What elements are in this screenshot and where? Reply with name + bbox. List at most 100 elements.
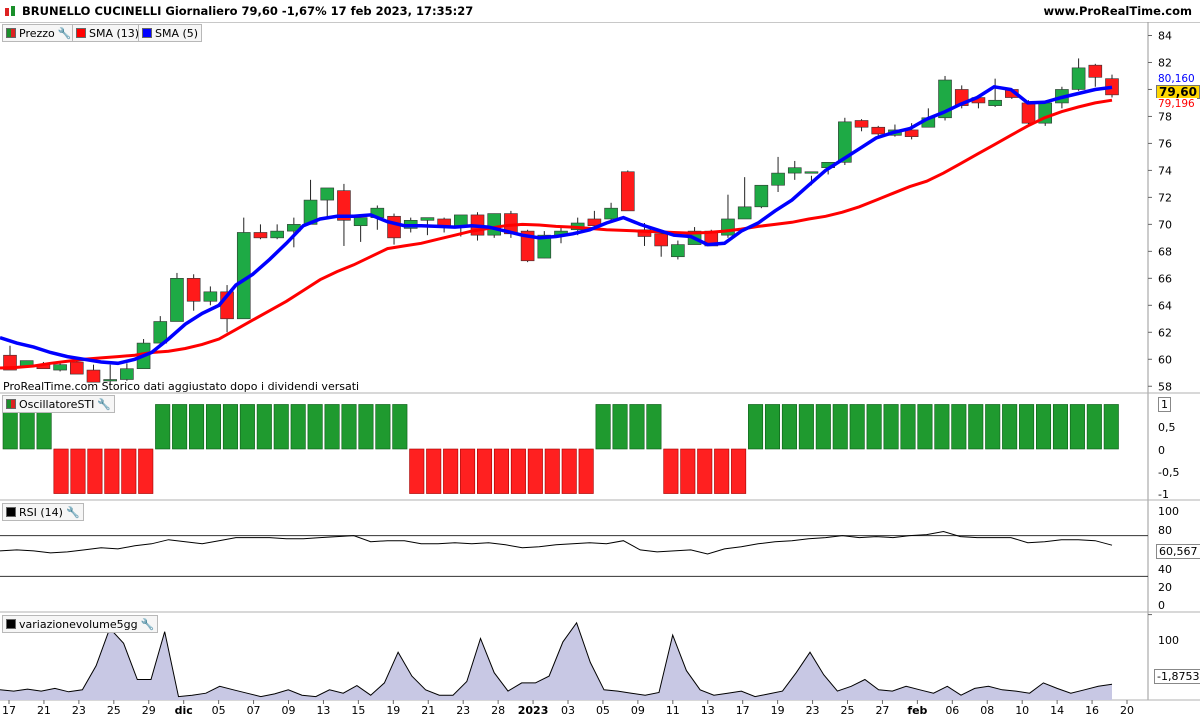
oscillator-bar — [985, 404, 1001, 450]
candle-body — [320, 187, 335, 201]
osc-tick-05: 0,5 — [1158, 421, 1176, 434]
candle-body — [654, 233, 668, 247]
oscillator-bar — [290, 404, 306, 450]
rsi-label[interactable]: RSI (14) 🔧 — [2, 503, 84, 521]
date-tick-label: 2023 — [518, 704, 549, 717]
wrench-icon[interactable]: 🔧 — [66, 506, 80, 519]
date-tick-label: 19 — [386, 704, 400, 717]
date-tick-label: 06 — [945, 704, 959, 717]
oscillator-bar — [155, 404, 171, 450]
osc-tick-1: 1 — [1158, 397, 1171, 412]
date-tick-label: 05 — [596, 704, 610, 717]
chart-canvas[interactable]: 84 82 80 78 76 74 72 70 68 66 64 62 60 58 17 21 23 25 29 d… — [0, 0, 1200, 720]
candle-body — [988, 99, 1002, 106]
candle-body — [771, 172, 785, 186]
oscillator-bar — [883, 404, 899, 450]
volume-label[interactable]: variazionevolume5gg 🔧 — [2, 615, 159, 633]
price-tick-label: 58 — [1158, 380, 1172, 393]
date-tick-label: 23 — [72, 704, 86, 717]
oscillator-bar — [917, 404, 933, 450]
price-tick-label: 66 — [1158, 272, 1172, 285]
oscillator-bar — [561, 448, 577, 494]
oscillator-bar — [138, 448, 154, 494]
candle-body — [353, 217, 368, 227]
candle-body — [454, 214, 468, 227]
oscillator-bar — [510, 448, 526, 494]
candle-body — [721, 218, 735, 236]
price-tick-label: 72 — [1158, 191, 1172, 204]
oscillator-bar — [222, 404, 238, 450]
oscillator-bar — [205, 404, 222, 450]
date-tick-label: feb — [907, 704, 927, 717]
rsi-tick-0: 0 — [1158, 599, 1165, 612]
date-tick-label: 10 — [1015, 704, 1029, 717]
oscillator-bar — [934, 404, 950, 450]
wrench-icon[interactable]: 🔧 — [141, 618, 155, 631]
oscillator-bar — [612, 404, 628, 450]
oscillator-bar — [392, 404, 408, 450]
oscillator-bar — [968, 404, 984, 450]
sma5-value-badge: 80,160 — [1156, 73, 1197, 85]
rsi-line — [0, 530, 1113, 555]
volume-swatch-icon — [6, 619, 16, 629]
oscillator-bar — [324, 404, 340, 450]
oscillator-bar — [1103, 404, 1119, 450]
price-tick-label: 84 — [1158, 29, 1172, 42]
candle-body — [1071, 67, 1086, 90]
candle-body — [1021, 102, 1036, 124]
date-tick-label: 17 — [736, 704, 750, 717]
date-tick-label: 13 — [316, 704, 330, 717]
oscillator-bar — [815, 404, 831, 450]
oscillator-bar — [646, 404, 662, 450]
oscillator-bar — [409, 448, 425, 494]
oscillator-bar — [1019, 404, 1035, 450]
panel-frames — [0, 22, 1200, 701]
oscillator-bar — [1036, 404, 1052, 450]
osc-tick-m05: -0,5 — [1158, 466, 1180, 479]
candle-body — [437, 218, 451, 227]
candle-body — [787, 167, 802, 174]
price-tick-label: 62 — [1158, 326, 1172, 339]
volume-area — [0, 622, 1112, 700]
date-tick-label: 25 — [841, 704, 855, 717]
candle-body — [186, 278, 201, 302]
candle-body — [253, 232, 268, 239]
volume-panel — [0, 614, 1152, 700]
date-tick-label: 21 — [37, 704, 51, 717]
oscillator-bar — [1086, 404, 1102, 450]
volume-value-badge: -1,8753 — [1154, 669, 1200, 684]
oscillator-bar — [544, 448, 560, 494]
candle-body — [53, 364, 67, 371]
date-axis: 17 21 23 25 29 dic 05 07 09 13 15 19 21 23 28 2023 03 05 0… — [2, 700, 1134, 717]
osc-tick-m1: -1 — [1158, 488, 1169, 501]
oscillator-bar — [239, 404, 255, 450]
candle-body — [754, 184, 769, 208]
candle-body — [620, 171, 635, 212]
candle-body — [737, 206, 752, 220]
oscillator-bar — [764, 404, 781, 450]
rsi-label-text: RSI (14) — [19, 505, 63, 519]
candle-body — [854, 120, 869, 128]
date-tick-label: 09 — [282, 704, 296, 717]
price-tick-label: 68 — [1158, 245, 1172, 258]
price-tick-label: 74 — [1158, 164, 1172, 177]
date-tick-label: 05 — [212, 704, 226, 717]
oscillator-swatch-icon — [6, 399, 16, 409]
date-tick-label: 28 — [491, 704, 505, 717]
candle-body — [69, 361, 84, 375]
oscillator-bar — [798, 404, 814, 450]
date-tick-label: 15 — [351, 704, 365, 717]
date-tick-label: 16 — [1085, 704, 1099, 717]
oscillator-label[interactable]: OscillatoreSTI 🔧 — [2, 395, 116, 413]
oscillator-bar — [172, 404, 188, 450]
candle-body — [1088, 64, 1103, 78]
candle-body — [671, 244, 685, 258]
rsi-tick-100: 100 — [1158, 505, 1179, 518]
date-tick-label: dic — [175, 704, 193, 717]
wrench-icon[interactable]: 🔧 — [97, 398, 111, 411]
oscillator-bar — [697, 448, 713, 494]
oscillator-bar — [493, 448, 509, 494]
oscillator-bar — [256, 404, 272, 450]
date-tick-label: 14 — [1050, 704, 1064, 717]
oscillator-bar — [629, 404, 645, 450]
